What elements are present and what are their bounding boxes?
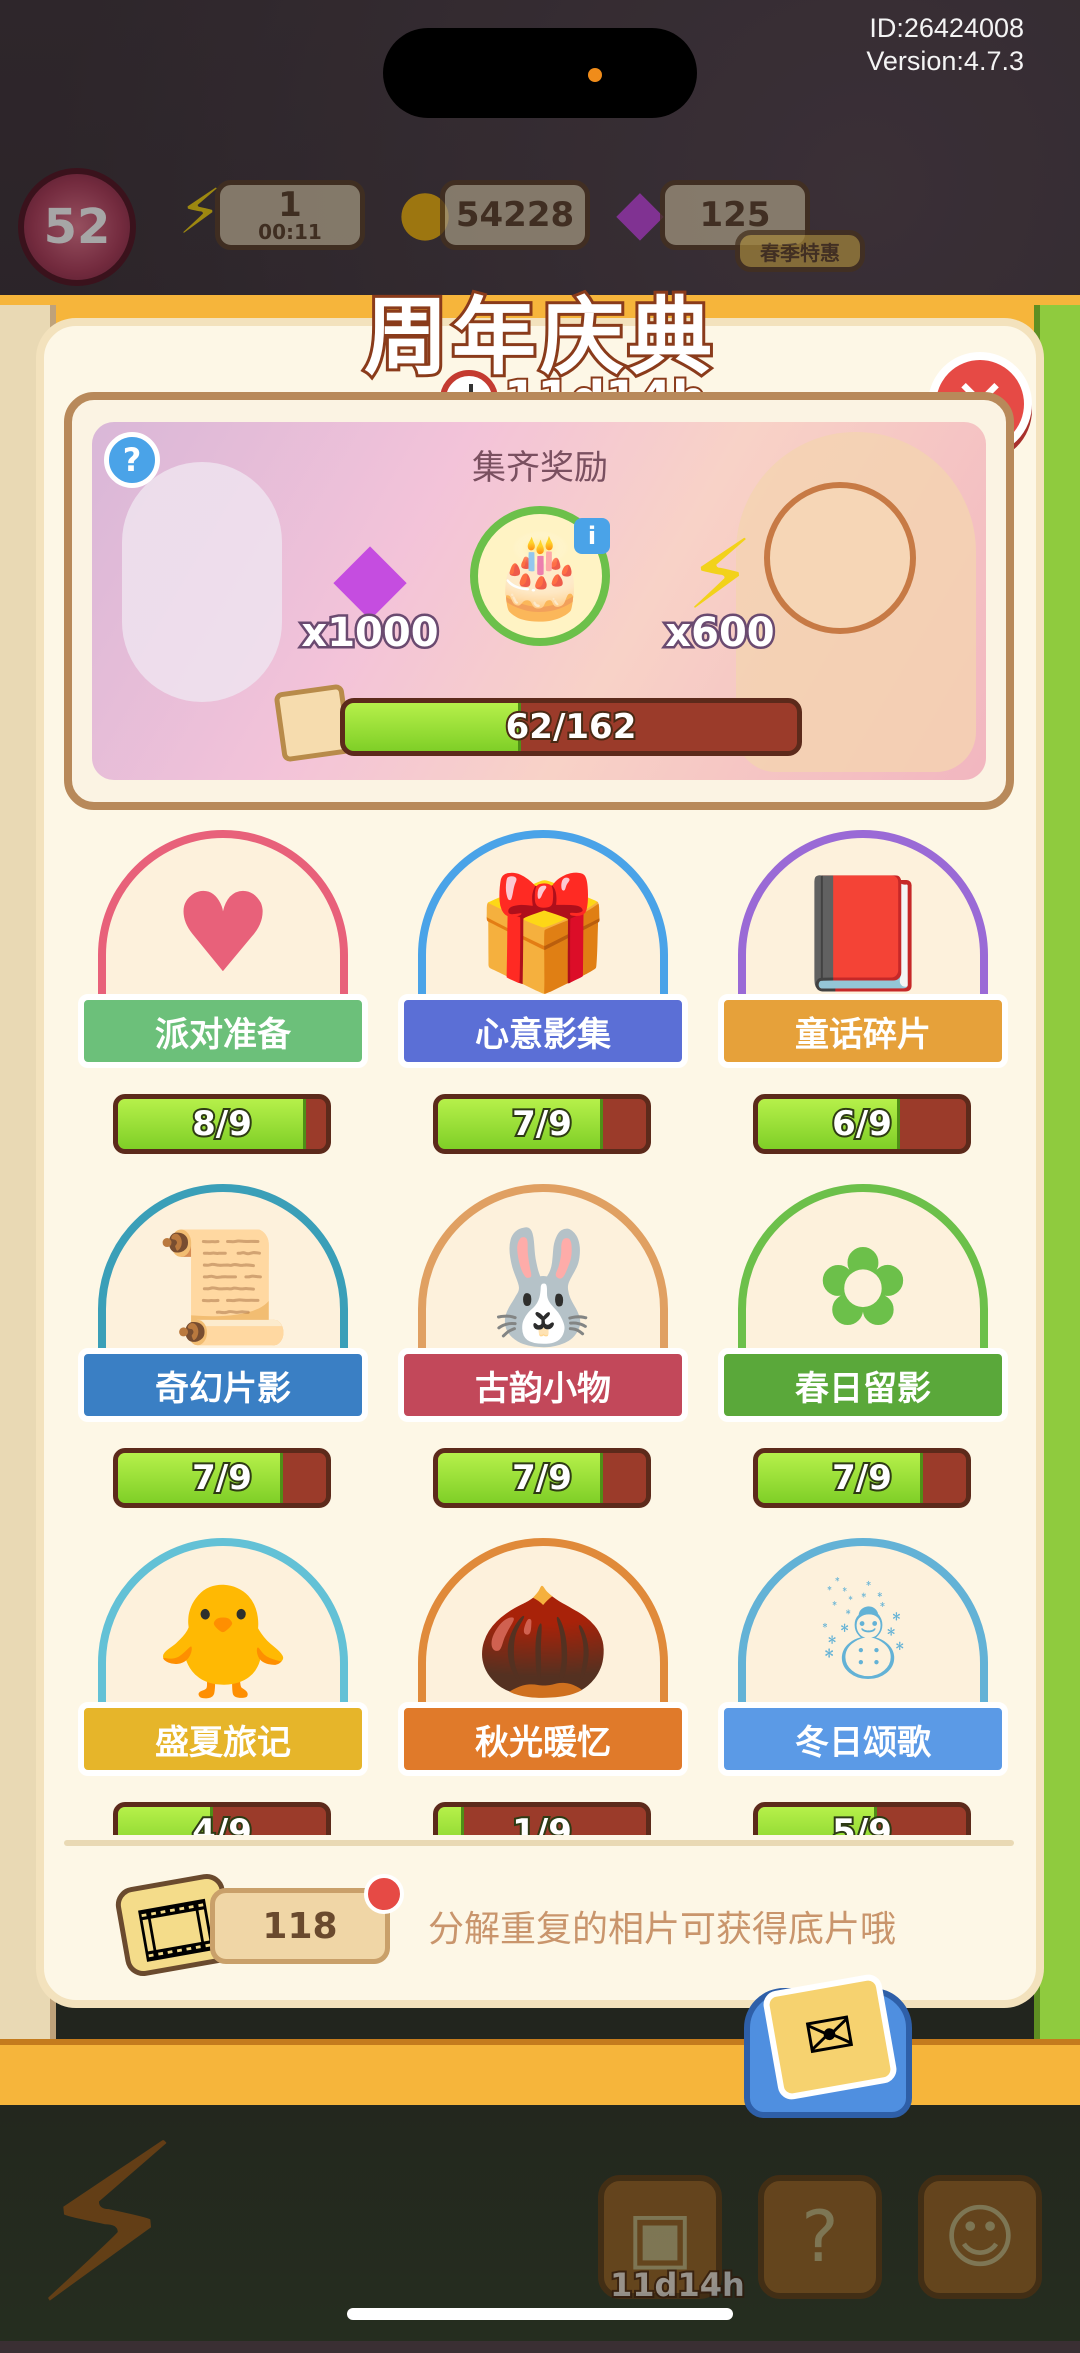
album-name: 古韵小物	[398, 1348, 688, 1422]
album-card[interactable]: 🐰 古韵小物 7/9	[398, 1184, 688, 1508]
album-progress-bar: 7/9	[113, 1448, 331, 1508]
album-progress-bar: 6/9	[753, 1094, 971, 1154]
reward-gems[interactable]: ◆ x1000	[299, 520, 441, 660]
reward-energy[interactable]: ⚡ x600	[650, 520, 790, 660]
app-version: Version:4.7.3	[866, 46, 1024, 76]
album-card[interactable]: 🎁 心意影集 7/9	[398, 830, 688, 1154]
album-name: 童话碎片	[718, 994, 1008, 1068]
album-name: 心意影集	[398, 994, 688, 1068]
album-card[interactable]: ☃ 冬日颂歌 5/9	[718, 1538, 1008, 1835]
album-name: 秋光暖忆	[398, 1702, 688, 1776]
heart-balloon-icon: ♥	[173, 869, 273, 997]
user-id: ID:26424008	[869, 13, 1024, 43]
decompose-hint: 分解重复的相片可获得底片哦	[428, 1909, 897, 1950]
album-progress-bar: 1/9	[433, 1802, 651, 1835]
album-progress-text: 7/9	[510, 1102, 574, 1146]
snowman-icon: ☃	[813, 1577, 913, 1705]
album-card[interactable]: 🐥 盛夏旅记 4/9	[78, 1538, 368, 1835]
album-grid[interactable]: ♥ 派对准备 8/9 🎁 心意影集 7/9 📕 童话碎片 6/9 📜 奇幻片影 7/9 🐰 古韵小物 7/9…	[60, 820, 1020, 1835]
album-progress-text: 7/9	[830, 1456, 894, 1500]
album-name: 派对准备	[78, 994, 368, 1068]
album-card[interactable]: ♥ 派对准备 8/9	[78, 830, 368, 1154]
album-name: 奇幻片影	[78, 1348, 368, 1422]
album-name: 春日留影	[718, 1348, 1008, 1422]
collection-progress-text: 62/162	[504, 705, 639, 749]
album-progress-bar: 7/9	[753, 1448, 971, 1508]
album-button[interactable]: ✉	[744, 1972, 912, 2118]
film-count[interactable]: 118	[210, 1888, 390, 1964]
album-progress-bar: 5/9	[753, 1802, 971, 1835]
home-indicator[interactable]	[347, 2308, 733, 2320]
album-progress-text: 7/9	[510, 1456, 574, 1500]
gift-box-icon: 🎁	[474, 869, 612, 997]
album-progress-text: 6/9	[830, 1102, 894, 1146]
camera-indicator	[588, 68, 602, 82]
ice-chick-icon: 🐥	[154, 1577, 292, 1705]
album-progress-bar: 4/9	[113, 1802, 331, 1835]
album-card[interactable]: 🌰 秋光暖忆 1/9	[398, 1538, 688, 1835]
album-progress-bar: 8/9	[113, 1094, 331, 1154]
album-name: 盛夏旅记	[78, 1702, 368, 1776]
bunny-icon: 🐰	[474, 1223, 612, 1351]
album-progress-bar: 7/9	[433, 1094, 651, 1154]
scroll-icon: 📜	[154, 1223, 292, 1351]
mascot-illustration	[122, 462, 282, 702]
album-progress-text: 5/9	[830, 1810, 894, 1835]
collect-reward-label: 集齐奖励	[472, 448, 608, 488]
notification-dot	[364, 1874, 404, 1914]
album-progress-text: 8/9	[190, 1102, 254, 1146]
debug-info: ID:26424008 Version:4.7.3	[866, 12, 1024, 78]
album-card[interactable]: 📜 奇幻片影 7/9	[78, 1184, 368, 1508]
frame-bottom	[0, 2039, 1080, 2105]
album-progress-text: 4/9	[190, 1810, 254, 1835]
flower-icon: ✿	[816, 1223, 910, 1351]
album-progress-bar: 7/9	[433, 1448, 651, 1508]
acorn-icon: 🌰	[474, 1577, 612, 1705]
album-name: 冬日颂歌	[718, 1702, 1008, 1776]
album-card[interactable]: 📕 童话碎片 6/9	[718, 830, 1008, 1154]
collection-progress-bar: 62/162	[340, 698, 802, 756]
reward-qty: x600	[663, 608, 777, 659]
divider	[64, 1840, 1014, 1846]
info-icon[interactable]: i	[574, 518, 610, 554]
reward-qty: x1000	[299, 608, 441, 659]
album-card[interactable]: ✿ 春日留影 7/9	[718, 1184, 1008, 1508]
album-progress-text: 7/9	[190, 1456, 254, 1500]
camera-notch	[383, 28, 697, 118]
book-icon: 📕	[794, 869, 932, 997]
album-progress-text: 1/9	[510, 1810, 574, 1835]
photo-album-icon: ✉	[761, 1972, 899, 2102]
